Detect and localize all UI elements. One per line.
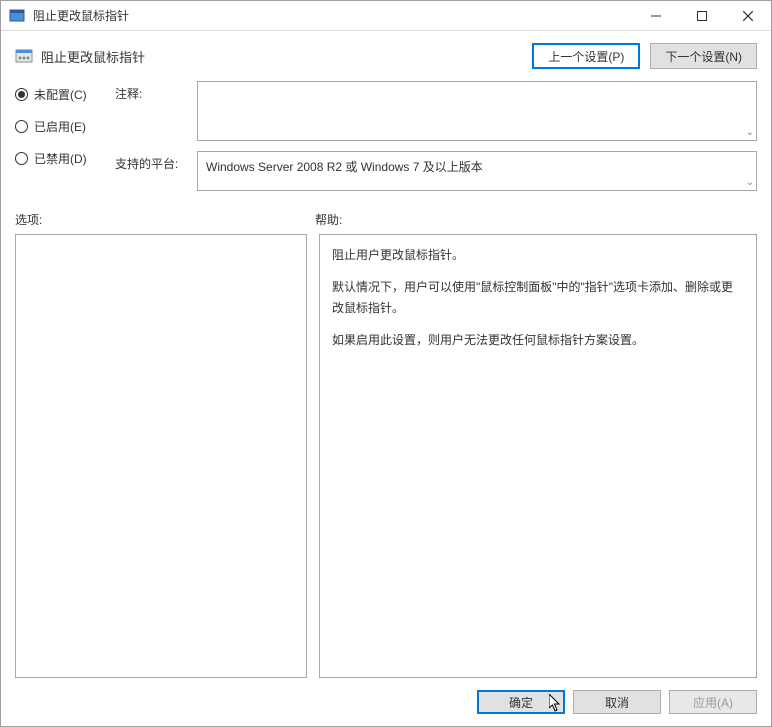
labels-row: 选项: 帮助: [1,211,771,228]
help-paragraph: 如果启用此设置，则用户无法更改任何鼠标指针方案设置。 [332,330,744,350]
comment-row: 注释: ⌄ [115,81,757,141]
maximize-button[interactable] [679,1,725,30]
titlebar-controls [633,1,771,30]
apply-button[interactable]: 应用(A) [669,690,757,714]
comment-label: 注释: [115,81,197,141]
radio-not-configured[interactable]: 未配置(C) [15,85,115,103]
policy-icon [15,47,33,65]
ok-button-label: 确定 [509,694,533,711]
help-paragraph: 默认情况下，用户可以使用"鼠标控制面板"中的"指针"选项卡添加、删除或更改鼠标指… [332,277,744,318]
policy-title: 阻止更改鼠标指针 [41,47,532,66]
radio-enabled[interactable]: 已启用(E) [15,117,115,135]
panels-row: 阻止用户更改鼠标指针。 默认情况下，用户可以使用"鼠标控制面板"中的"指针"选项… [1,234,771,678]
radio-icon [15,152,28,165]
supported-label: 支持的平台: [115,151,197,191]
header-row: 阻止更改鼠标指针 上一个设置(P) 下一个设置(N) [1,31,771,81]
radio-icon [15,88,28,101]
supported-value: Windows Server 2008 R2 或 Windows 7 及以上版本 [206,160,483,174]
policy-editor-window: 阻止更改鼠标指针 阻止更改鼠标指针 上一个设置(P) 下一个设置(N) [0,0,772,727]
titlebar: 阻止更改鼠标指针 [1,1,771,31]
window-title: 阻止更改鼠标指针 [33,7,633,24]
options-panel [15,234,307,678]
fields-column: 注释: ⌄ 支持的平台: Windows Server 2008 R2 或 Wi… [115,81,757,201]
minimize-button[interactable] [633,1,679,30]
radio-label: 已启用(E) [34,118,86,135]
nav-buttons: 上一个设置(P) 下一个设置(N) [532,43,757,69]
chevron-down-icon: ⌄ [746,177,754,188]
radio-disabled[interactable]: 已禁用(D) [15,149,115,167]
comment-textarea[interactable]: ⌄ [197,81,757,141]
window-icon [9,8,25,24]
supported-textarea: Windows Server 2008 R2 或 Windows 7 及以上版本… [197,151,757,191]
close-button[interactable] [725,1,771,30]
config-section: 未配置(C) 已启用(E) 已禁用(D) 注释: ⌄ 支持的平台: [1,81,771,211]
radio-label: 未配置(C) [34,86,87,103]
supported-row: 支持的平台: Windows Server 2008 R2 或 Windows … [115,151,757,191]
help-paragraph: 阻止用户更改鼠标指针。 [332,245,744,265]
radio-column: 未配置(C) 已启用(E) 已禁用(D) [15,81,115,201]
cancel-button[interactable]: 取消 [573,690,661,714]
next-setting-button[interactable]: 下一个设置(N) [650,43,757,69]
radio-label: 已禁用(D) [34,150,87,167]
ok-button[interactable]: 确定 [477,690,565,714]
previous-setting-button[interactable]: 上一个设置(P) [532,43,640,69]
help-panel: 阻止用户更改鼠标指针。 默认情况下，用户可以使用"鼠标控制面板"中的"指针"选项… [319,234,757,678]
options-label: 选项: [15,211,315,228]
help-label: 帮助: [315,211,342,228]
footer: 确定 取消 应用(A) [1,678,771,726]
cursor-icon [549,694,563,715]
chevron-down-icon: ⌄ [746,127,754,138]
radio-icon [15,120,28,133]
